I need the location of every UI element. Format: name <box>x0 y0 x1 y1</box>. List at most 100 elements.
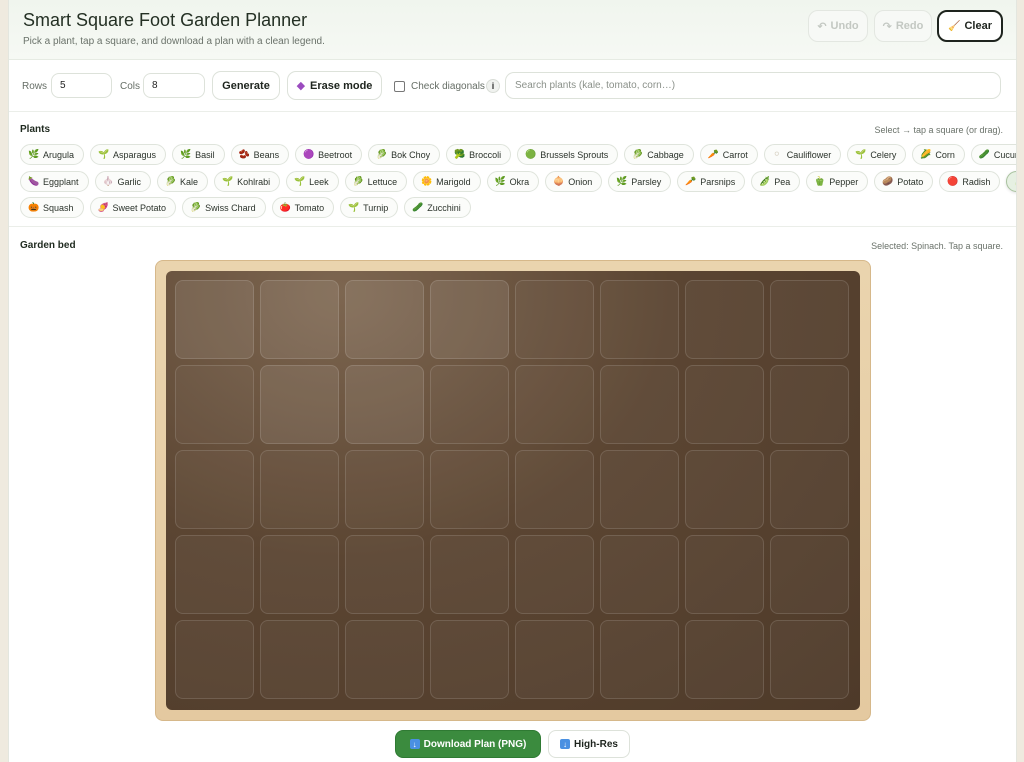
plant-chip-tomato[interactable]: 🍅 Tomato <box>271 197 335 218</box>
plant-chip-beans[interactable]: 🫘 Beans <box>230 144 290 165</box>
garden-square[interactable] <box>345 365 424 444</box>
garden-square[interactable] <box>600 365 679 444</box>
beans-icon: 🫘 <box>238 149 250 159</box>
garden-square[interactable] <box>770 280 849 359</box>
plant-chip-broccoli[interactable]: 🥦 Broccoli <box>446 144 512 165</box>
garden-square[interactable] <box>685 620 764 699</box>
plant-chip-kale[interactable]: 🥬 Kale <box>157 171 209 192</box>
garden-square[interactable] <box>600 535 679 614</box>
download-png-button[interactable]: ↓ Download Plan (PNG) <box>395 730 541 758</box>
garden-square[interactable] <box>685 280 764 359</box>
garden-square[interactable] <box>260 280 339 359</box>
asparagus-icon: 🌱 <box>98 149 110 159</box>
plant-chip-spinach[interactable]: 🥬Spinach <box>1006 171 1016 192</box>
plant-chip-cucumber[interactable]: 🥒Cucumber <box>970 144 1016 165</box>
plant-chip-okra[interactable]: 🌿 Okra <box>486 171 540 192</box>
info-icon[interactable]: i <box>486 79 500 93</box>
plant-chip-celery[interactable]: 🌱 Celery <box>847 144 907 165</box>
garden-square[interactable] <box>345 620 424 699</box>
plant-chip-asparagus[interactable]: 🌱 Asparagus <box>90 144 167 165</box>
rows-input[interactable]: 5 <box>51 73 112 98</box>
garden-square[interactable] <box>515 620 594 699</box>
plant-chip-swiss-chard[interactable]: 🥬 Swiss Chard <box>182 197 266 218</box>
garden-square[interactable] <box>770 535 849 614</box>
plant-chip-radish[interactable]: 🔴 Radish <box>939 171 1001 192</box>
plant-chip-marigold[interactable]: 🌼 Marigold <box>413 171 481 192</box>
plant-chip-pepper[interactable]: 🫑 Pepper <box>806 171 869 192</box>
plant-chip-cauliflower[interactable]: ⚪ Cauliflower <box>763 144 842 165</box>
garden-bed <box>166 271 860 710</box>
plant-chip-potato[interactable]: 🥔 Potato <box>874 171 934 192</box>
garden-square[interactable] <box>430 620 509 699</box>
garden-square[interactable] <box>175 535 254 614</box>
plant-chip-parsley[interactable]: 🌿 Parsley <box>608 171 672 192</box>
plant-chip-pea[interactable]: 🫛 Pea <box>751 171 801 192</box>
plant-chip-label: Zucchini <box>427 202 461 213</box>
plant-chip-eggplant[interactable]: 🍆 Eggplant <box>20 171 89 192</box>
plant-chip-basil[interactable]: 🌿 Basil <box>172 144 225 165</box>
plant-chip-cabbage[interactable]: 🥬 Cabbage <box>624 144 694 165</box>
plant-chip-leek[interactable]: 🌱 Leek <box>286 171 339 192</box>
plant-chip-bok-choy[interactable]: 🥬 Bok Choy <box>368 144 441 165</box>
garden-square[interactable] <box>345 450 424 529</box>
garden-square[interactable] <box>515 365 594 444</box>
plant-chip-brussels-sprouts[interactable]: 🟢 Brussels Sprouts <box>517 144 619 165</box>
check-diagonals-checkbox[interactable] <box>394 81 405 92</box>
download-high-res-button[interactable]: ↓ High-Res <box>548 730 630 758</box>
plant-chip-carrot[interactable]: 🥕 Carrot <box>699 144 758 165</box>
garden-square[interactable] <box>430 365 509 444</box>
garden-square[interactable] <box>770 620 849 699</box>
bok-choy-icon: 🥬 <box>376 149 388 159</box>
arugula-icon: 🌿 <box>28 149 40 159</box>
plant-chip-label: Marigold <box>436 176 471 187</box>
plant-chip-corn[interactable]: 🌽 Corn <box>912 144 965 165</box>
garden-square[interactable] <box>260 365 339 444</box>
garden-square[interactable] <box>430 450 509 529</box>
plant-search-input[interactable]: Search plants (kale, tomato, corn…) <box>505 72 1001 99</box>
garden-square[interactable] <box>430 280 509 359</box>
redo-button[interactable]: ↷ Redo <box>874 10 932 42</box>
plant-chip-lettuce[interactable]: 🥬 Lettuce <box>344 171 408 192</box>
plant-chip-squash[interactable]: 🎃 Squash <box>20 197 84 218</box>
garden-square[interactable] <box>515 535 594 614</box>
plant-chip-garlic[interactable]: 🧄 Garlic <box>94 171 152 192</box>
garden-square[interactable] <box>345 280 424 359</box>
garden-square[interactable] <box>685 535 764 614</box>
clear-button[interactable]: 🧹 Clear <box>937 10 1003 42</box>
garlic-icon: 🧄 <box>102 176 114 186</box>
garden-square[interactable] <box>685 450 764 529</box>
undo-button[interactable]: ↶ Undo <box>808 10 868 42</box>
garden-square[interactable] <box>430 535 509 614</box>
plant-chip-onion[interactable]: 🧅 Onion <box>545 171 603 192</box>
plant-chip-sweet-potato[interactable]: 🍠 Sweet Potato <box>89 197 177 218</box>
garden-square[interactable] <box>175 365 254 444</box>
plant-chip-label: Parsley <box>631 176 662 187</box>
garden-square[interactable] <box>515 280 594 359</box>
garden-square[interactable] <box>260 450 339 529</box>
garden-square[interactable] <box>175 620 254 699</box>
plant-chip-kohlrabi[interactable]: 🌱 Kohlrabi <box>214 171 281 192</box>
garden-square[interactable] <box>260 535 339 614</box>
plant-chip-label: Bok Choy <box>391 149 431 160</box>
erase-mode-button[interactable]: ◆ Erase mode <box>287 71 382 100</box>
garden-square[interactable] <box>600 620 679 699</box>
garden-square[interactable] <box>770 365 849 444</box>
garden-square[interactable] <box>175 280 254 359</box>
generate-button[interactable]: Generate <box>212 71 280 100</box>
garden-square[interactable] <box>175 450 254 529</box>
plant-chip-turnip[interactable]: 🌱 Turnip <box>340 197 399 218</box>
plant-chip-arugula[interactable]: 🌿 Arugula <box>20 144 85 165</box>
plant-chip-label: Arugula <box>43 149 75 160</box>
garden-square[interactable] <box>685 365 764 444</box>
garden-square[interactable] <box>515 450 594 529</box>
garden-square[interactable] <box>600 450 679 529</box>
garden-square[interactable] <box>600 280 679 359</box>
cols-input[interactable]: 8 <box>143 73 205 98</box>
garden-square[interactable] <box>770 450 849 529</box>
plant-chip-beetroot[interactable]: 🟣 Beetroot <box>295 144 363 165</box>
garden-square[interactable] <box>260 620 339 699</box>
plant-chip-parsnips[interactable]: 🥕 Parsnips <box>677 171 746 192</box>
plant-row: 🎃 Squash 🍠 Sweet Potato 🥬 Swiss Chard 🍅 Tomato 🌱… <box>20 197 471 218</box>
plant-chip-zucchini[interactable]: 🥒 Zucchini <box>404 197 471 218</box>
garden-square[interactable] <box>345 535 424 614</box>
